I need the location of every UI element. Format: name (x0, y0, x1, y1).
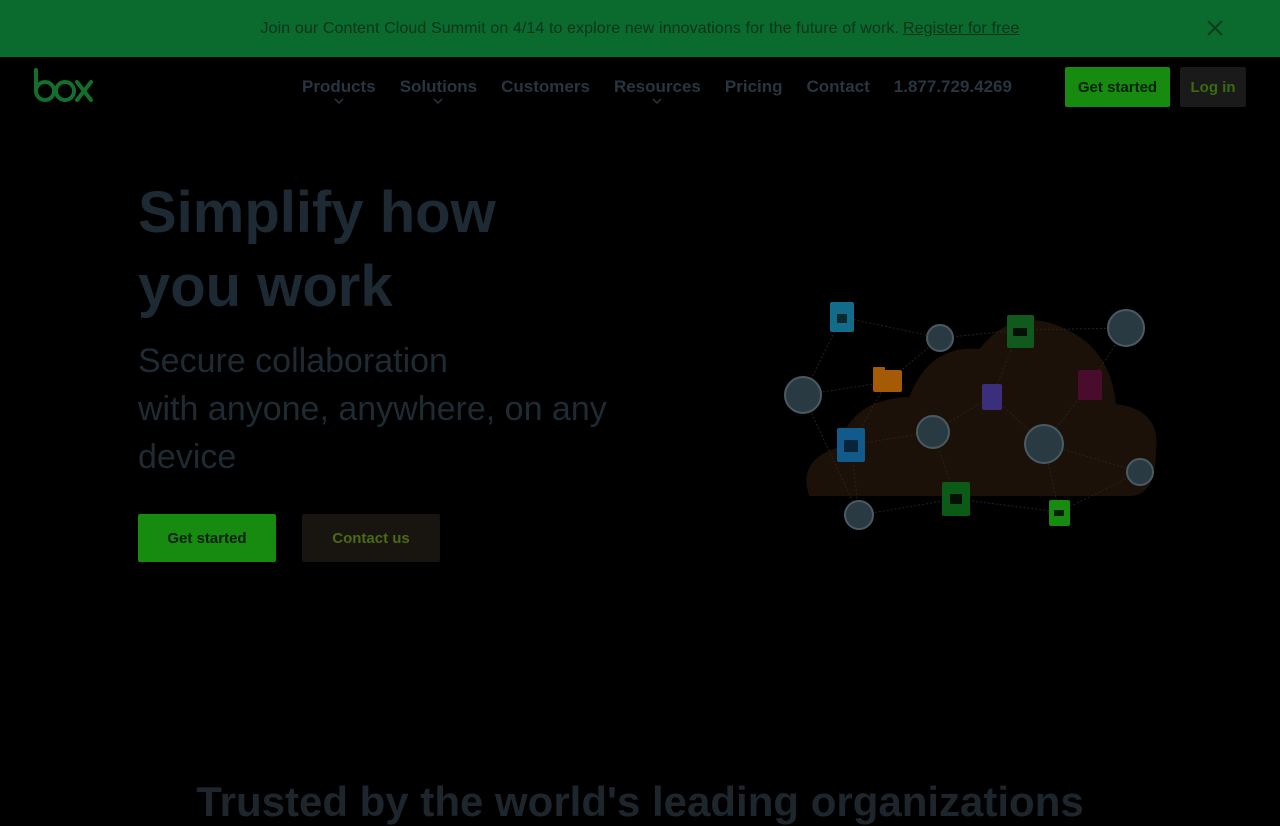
avatar (1126, 458, 1154, 486)
hero-subtitle-line3: device (138, 438, 237, 476)
avatar (916, 415, 950, 449)
file-icon (982, 384, 1002, 410)
hero-subtitle-line1: Secure collaboration (138, 342, 448, 380)
phone-number[interactable]: 1.877.729.4269 (882, 70, 1012, 104)
nav-contact[interactable]: Contact (795, 70, 882, 114)
nav-contact-label: Contact (806, 77, 870, 96)
hero-title-line2: you work (138, 254, 393, 319)
nav-solutions[interactable]: Solutions (388, 70, 489, 114)
file-icon (942, 482, 970, 516)
chevron-down-icon (433, 98, 443, 105)
file-icon (830, 302, 854, 332)
login-button[interactable]: Log in (1180, 67, 1246, 107)
hero-title: Simplify how you work (138, 176, 738, 324)
cloud-illustration (784, 302, 1157, 530)
chevron-down-icon (652, 98, 662, 105)
nav-products[interactable]: Products (290, 70, 388, 114)
nav-customers-label: Customers (501, 77, 590, 96)
file-icon (1078, 370, 1102, 400)
hero-subtitle: Secure collaboration with anyone, anywhe… (138, 337, 658, 481)
chevron-down-icon (334, 98, 344, 105)
avatar (1024, 424, 1064, 464)
close-icon[interactable] (1205, 18, 1225, 38)
nav-solutions-label: Solutions (399, 77, 478, 96)
banner-text: Join our Content Cloud Summit on 4/14 to… (260, 19, 900, 37)
nav-products-label: Products (302, 77, 376, 96)
nav-pricing-label: Pricing (724, 77, 783, 96)
avatar (926, 324, 954, 352)
nav-customers[interactable]: Customers (489, 70, 602, 114)
nav-resources[interactable]: Resources (602, 70, 713, 114)
hero-title-line1: Simplify how (138, 180, 496, 245)
announcement-banner: Join our Content Cloud Summit on 4/14 to… (0, 0, 1280, 57)
folder-icon (873, 367, 902, 392)
header-get-started-button[interactable]: Get started (1065, 67, 1170, 107)
file-icon (1049, 500, 1070, 526)
hero-subtitle-line2: with anyone, anywhere, on any (138, 390, 607, 428)
trusted-heading: Trusted by the world's leading organizat… (196, 778, 1084, 825)
nav-resources-label: Resources (613, 77, 701, 96)
file-icon (1007, 315, 1034, 348)
nav-pricing[interactable]: Pricing (713, 70, 795, 114)
avatar (1107, 309, 1145, 347)
contact-us-button[interactable]: Contact us (302, 514, 440, 562)
hero-get-started-button[interactable]: Get started (138, 514, 276, 562)
box-logo[interactable] (33, 67, 95, 105)
avatar (784, 376, 822, 414)
file-icon (837, 428, 865, 462)
register-link[interactable]: Register for free (903, 20, 1019, 38)
main-nav: Products Solutions Customers Resources P… (290, 70, 1012, 114)
avatar (844, 500, 874, 530)
